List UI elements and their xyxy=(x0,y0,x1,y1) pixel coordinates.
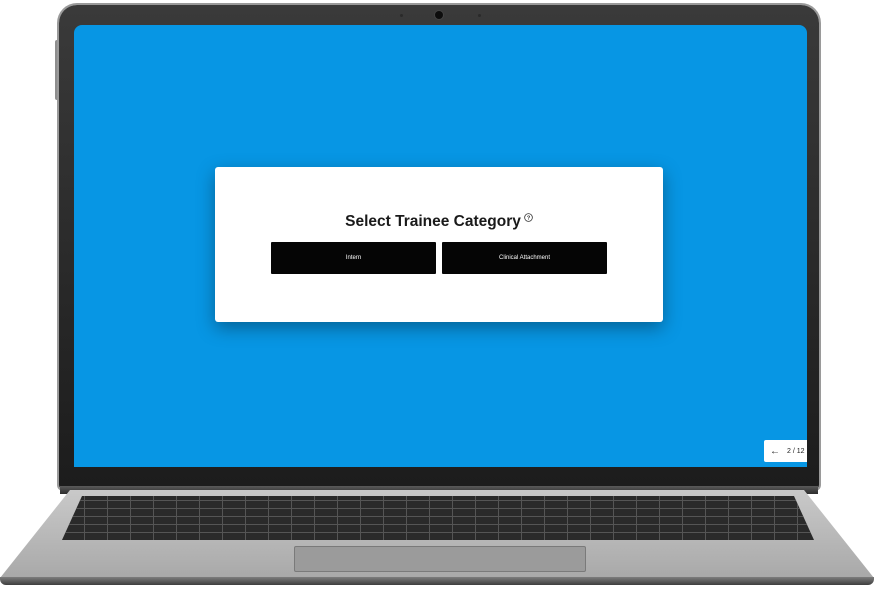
laptop-frame: Select Trainee Category ? Intern Clinica… xyxy=(0,0,874,590)
dialog-title: Select Trainee Category ? xyxy=(215,213,663,231)
clinical-attachment-button[interactable]: Clinical Attachment xyxy=(442,242,607,274)
keyboard xyxy=(62,496,814,540)
trainee-category-dialog: Select Trainee Category ? Intern Clinica… xyxy=(215,167,663,322)
laptop-base-front xyxy=(0,577,874,585)
dialog-title-text: Select Trainee Category xyxy=(345,213,521,230)
sensor-dot xyxy=(400,14,403,17)
intern-button-label: Intern xyxy=(345,255,362,261)
slide-pager: ← 2 / 12 xyxy=(764,440,807,462)
question-circle-icon[interactable]: ? xyxy=(524,213,533,222)
trackpad xyxy=(294,546,586,572)
laptop-screen: Select Trainee Category ? Intern Clinica… xyxy=(74,25,807,467)
arrow-left-icon[interactable]: ← xyxy=(767,446,783,457)
svg-text:?: ? xyxy=(527,216,531,222)
clinical-attachment-button-label: Clinical Attachment xyxy=(498,255,551,261)
page-counter: 2 / 12 xyxy=(787,447,805,455)
sensor-dot xyxy=(478,14,481,17)
intern-button[interactable]: Intern xyxy=(271,242,436,274)
webcam-icon xyxy=(435,11,443,19)
